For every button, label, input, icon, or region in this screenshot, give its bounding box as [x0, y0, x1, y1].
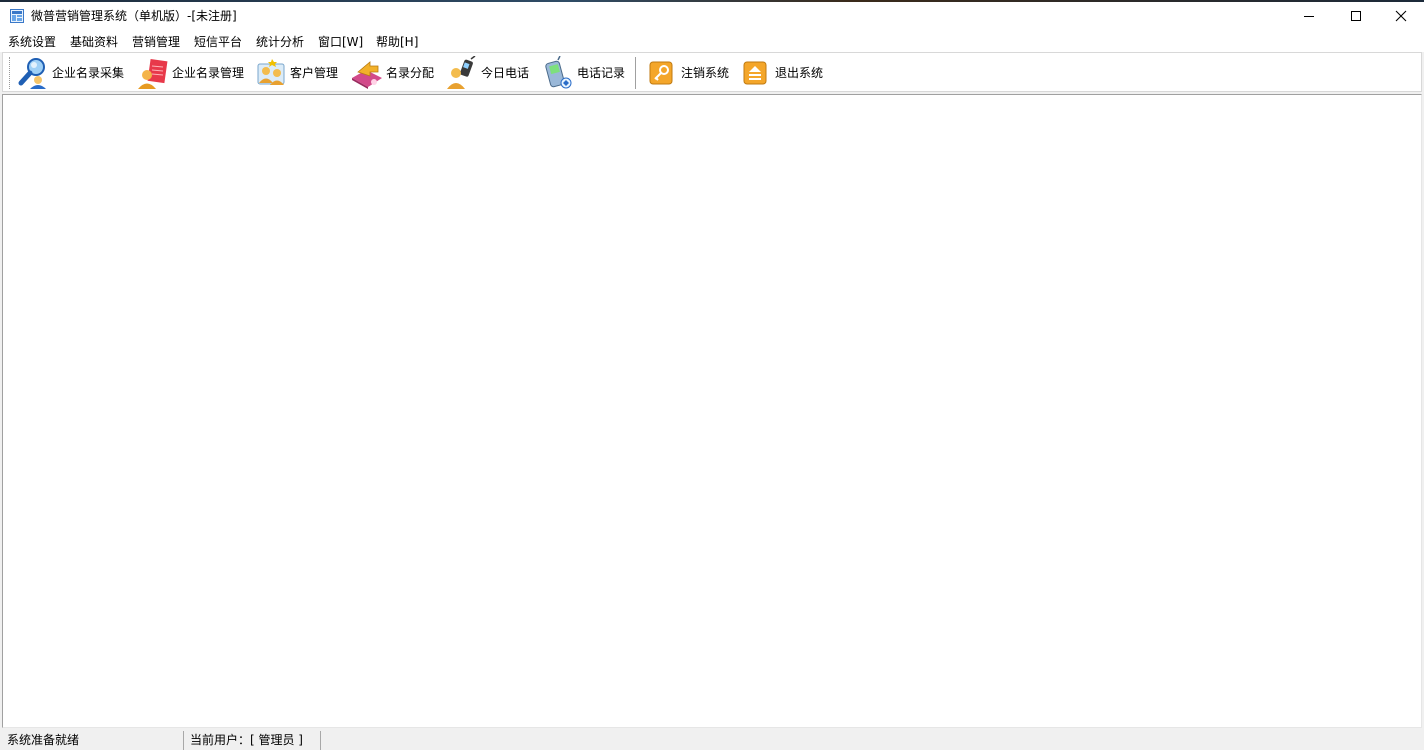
toolbar-button-today-calls[interactable]: 今日电话	[445, 56, 529, 90]
toolbar-label: 名录分配	[386, 66, 435, 80]
main-toolbar: 企业名录采集 企业名录管理 客户管理 名录分配 今日电话 电话记录 注销系统 退…	[2, 52, 1422, 92]
user-document-icon	[138, 58, 168, 89]
status-message: 系统准备就绪	[0, 731, 184, 750]
app-logo-icon	[10, 9, 24, 23]
mdi-client-area[interactable]	[2, 94, 1422, 728]
mobile-phone-icon	[545, 56, 572, 89]
menu-system-settings[interactable]: 系统设置	[6, 34, 58, 50]
toolbar-label: 退出系统	[775, 66, 824, 80]
maximize-icon	[1351, 11, 1361, 21]
customer-group-icon	[257, 59, 285, 85]
toolbar-button-exit[interactable]: 退出系统	[739, 56, 823, 90]
menu-sms-platform[interactable]: 短信平台	[192, 34, 244, 50]
toolbar-grip[interactable]	[9, 57, 13, 89]
key-icon	[649, 61, 673, 85]
search-person-icon	[18, 58, 46, 89]
menu-help[interactable]: 帮助[H]	[374, 34, 420, 50]
toolbar-button-logout[interactable]: 注销系统	[645, 56, 729, 90]
distribute-arrow-icon	[352, 61, 382, 89]
minimize-button[interactable]	[1286, 0, 1332, 32]
menu-window[interactable]: 窗口[W]	[316, 34, 365, 50]
exit-icon	[743, 61, 767, 85]
toolbar-button-collect-directory[interactable]: 企业名录采集	[16, 56, 124, 90]
toolbar-label: 客户管理	[290, 66, 339, 80]
minimize-icon	[1304, 16, 1314, 17]
toolbar-separator	[635, 57, 637, 89]
title-bar[interactable]: 微普营销管理系统（单机版）-[未注册]	[0, 0, 1424, 32]
status-bar: 系统准备就绪 当前用户：[ 管理员 ]	[0, 730, 1424, 750]
menu-basic-data[interactable]: 基础资料	[68, 34, 120, 50]
toolbar-button-call-records[interactable]: 电话记录	[541, 56, 625, 90]
menu-statistics[interactable]: 统计分析	[254, 34, 306, 50]
close-button[interactable]	[1378, 0, 1424, 32]
close-icon	[1395, 10, 1407, 22]
menu-marketing[interactable]: 营销管理	[130, 34, 182, 50]
toolbar-button-assign-directory[interactable]: 名录分配	[350, 56, 434, 90]
maximize-button[interactable]	[1333, 0, 1379, 32]
toolbar-button-manage-directory[interactable]: 企业名录管理	[136, 56, 244, 90]
toolbar-label: 电话记录	[577, 66, 626, 80]
toolbar-button-customer-management[interactable]: 客户管理	[254, 56, 338, 90]
app-window: 微普营销管理系统（单机版）-[未注册] 系统设置 基础资料 营销管理 短信平台 …	[0, 0, 1424, 750]
menu-bar: 系统设置 基础资料 营销管理 短信平台 统计分析 窗口[W] 帮助[H]	[0, 32, 1424, 52]
window-title: 微普营销管理系统（单机版）-[未注册]	[31, 9, 237, 23]
toolbar-label: 企业名录采集	[52, 66, 125, 80]
phone-user-icon	[447, 56, 476, 89]
status-current-user: 当前用户：[ 管理员 ]	[184, 731, 321, 750]
desktop-strip	[0, 0, 1424, 2]
toolbar-label: 企业名录管理	[172, 66, 245, 80]
toolbar-label: 今日电话	[481, 66, 530, 80]
toolbar-label: 注销系统	[681, 66, 730, 80]
